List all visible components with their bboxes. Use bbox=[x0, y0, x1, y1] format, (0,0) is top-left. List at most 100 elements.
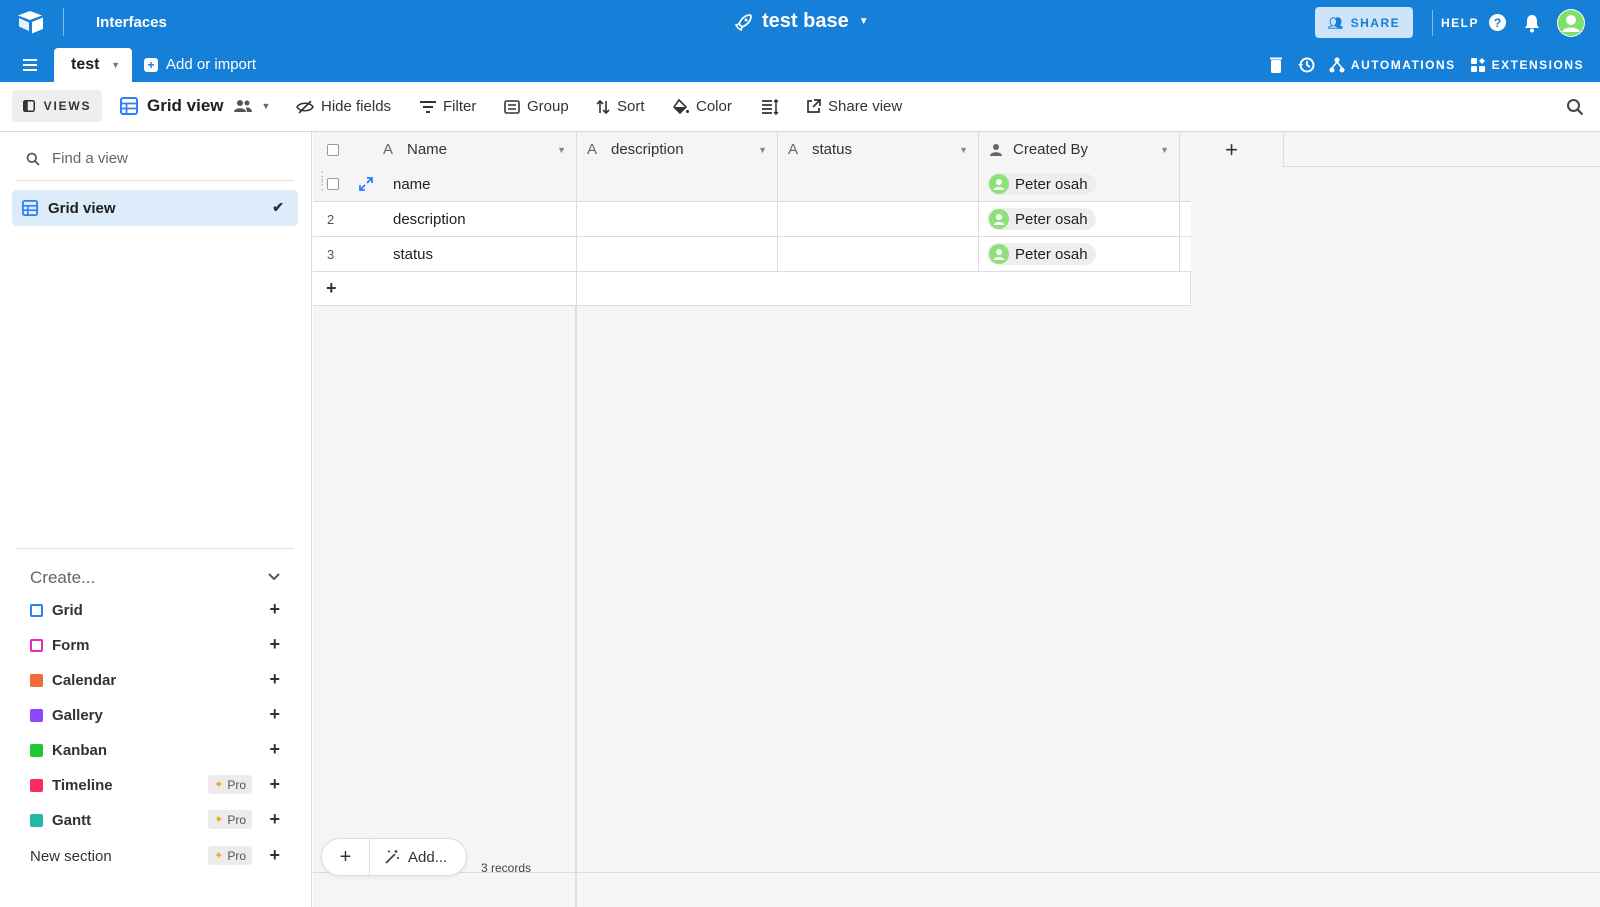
create-calendar-view[interactable]: Calendar + bbox=[30, 668, 282, 692]
chevron-down-icon[interactable]: ▼ bbox=[111, 60, 120, 70]
plus-icon[interactable]: + bbox=[269, 600, 280, 618]
color-label: Color bbox=[696, 98, 732, 115]
user-avatar[interactable] bbox=[1557, 9, 1585, 37]
create-timeline-view[interactable]: Timeline ✦ Pro + bbox=[30, 773, 282, 797]
row-number: 2 bbox=[327, 212, 335, 227]
sort-button[interactable]: Sort bbox=[596, 98, 645, 115]
views-sidebar: Find a view Grid view ✔ Create... Grid +… bbox=[0, 132, 312, 907]
tab-label: test bbox=[71, 56, 100, 73]
cell-description[interactable] bbox=[577, 237, 778, 271]
question-icon: ? bbox=[1489, 14, 1507, 31]
add-or-import-button[interactable]: + Add or import bbox=[144, 56, 256, 73]
cell-name[interactable]: name bbox=[373, 167, 577, 201]
chevron-down-icon[interactable]: ▼ bbox=[758, 145, 767, 155]
plus-icon[interactable]: + bbox=[269, 635, 280, 653]
cell-created-by[interactable]: Peter osah bbox=[979, 167, 1180, 201]
create-gantt-view[interactable]: Gantt ✦ Pro + bbox=[30, 808, 282, 832]
add-field-button[interactable]: + bbox=[1180, 132, 1284, 167]
plus-icon[interactable]: + bbox=[269, 670, 280, 688]
filter-label: Filter bbox=[443, 98, 477, 115]
add-label: Add... bbox=[408, 848, 448, 866]
history-icon[interactable] bbox=[1297, 56, 1315, 74]
group-button[interactable]: Group bbox=[504, 98, 569, 115]
chevron-down-icon[interactable]: ▼ bbox=[557, 145, 566, 155]
share-button[interactable]: 👥︎ SHARE bbox=[1315, 7, 1413, 38]
chevron-down-icon[interactable] bbox=[266, 568, 282, 584]
external-link-icon bbox=[807, 99, 821, 113]
hide-fields-button[interactable]: Hide fields bbox=[296, 98, 391, 115]
interfaces-link[interactable]: Interfaces bbox=[96, 14, 167, 31]
row-selector[interactable]: 3 bbox=[313, 237, 373, 271]
sidebar-item-grid-view[interactable]: Grid view ✔ bbox=[12, 190, 298, 226]
base-title[interactable]: test base ▼ bbox=[734, 10, 869, 33]
table-row[interactable]: 2 description Peter osah bbox=[313, 202, 1191, 237]
color-button[interactable]: Color bbox=[673, 98, 732, 115]
tab-test[interactable]: test ▼ bbox=[54, 48, 132, 82]
cell-created-by[interactable]: Peter osah bbox=[979, 202, 1180, 236]
person-icon bbox=[993, 249, 1005, 260]
chevron-down-icon[interactable]: ▼ bbox=[1160, 145, 1169, 155]
select-all-checkbox[interactable] bbox=[327, 143, 339, 156]
trash-icon[interactable] bbox=[1269, 56, 1283, 74]
table-row[interactable]: ⋮ ⋮ name Peter osah bbox=[313, 167, 1191, 202]
grid-icon bbox=[120, 97, 138, 115]
extensions-button[interactable]: EXTENSIONS bbox=[1470, 57, 1584, 73]
cell-status[interactable] bbox=[778, 202, 979, 236]
expand-record-icon[interactable] bbox=[359, 177, 373, 191]
column-header-status[interactable]: A status ▼ bbox=[778, 132, 979, 167]
create-item-label: Timeline bbox=[52, 776, 113, 794]
create-gallery-view[interactable]: Gallery + bbox=[30, 703, 282, 727]
extensions-label: EXTENSIONS bbox=[1491, 58, 1584, 72]
create-item-label: Gallery bbox=[52, 706, 103, 724]
add-record-row[interactable]: + bbox=[313, 272, 1191, 306]
column-header-name[interactable]: A Name ▼ bbox=[373, 132, 577, 167]
add-button[interactable]: Add... bbox=[370, 849, 447, 866]
cell-description[interactable] bbox=[577, 202, 778, 236]
filter-button[interactable]: Filter bbox=[420, 98, 476, 115]
search-icon[interactable] bbox=[1566, 98, 1584, 116]
share-view-button[interactable]: Share view bbox=[806, 98, 902, 115]
cell-status[interactable] bbox=[778, 237, 979, 271]
row-selector[interactable]: 2 bbox=[313, 202, 373, 236]
cell-name[interactable]: status bbox=[373, 237, 577, 271]
cell-created-by[interactable]: Peter osah bbox=[979, 237, 1180, 271]
cell-description[interactable] bbox=[577, 167, 778, 201]
add-record-pill[interactable]: + Add... bbox=[321, 838, 467, 876]
column-header-created-by[interactable]: Created By ▼ bbox=[979, 132, 1180, 167]
plus-icon[interactable]: + bbox=[269, 740, 280, 758]
sparkle-icon: ✦ bbox=[214, 814, 224, 826]
column-label: Created By bbox=[1013, 141, 1089, 158]
collaborative-view-icon bbox=[233, 100, 252, 112]
cell-name[interactable]: description bbox=[373, 202, 577, 236]
create-grid-view[interactable]: Grid + bbox=[30, 598, 282, 622]
create-new-section[interactable]: New section ✦ Pro + bbox=[30, 844, 282, 868]
find-view-placeholder: Find a view bbox=[52, 150, 128, 167]
add-record-button[interactable]: + bbox=[322, 839, 370, 875]
row-selector[interactable]: ⋮ ⋮ bbox=[313, 167, 373, 201]
create-form-view[interactable]: Form + bbox=[30, 633, 282, 657]
create-kanban-view[interactable]: Kanban + bbox=[30, 738, 282, 762]
column-header-description[interactable]: A description ▼ bbox=[577, 132, 778, 167]
plus-icon[interactable]: + bbox=[269, 705, 280, 723]
table-row[interactable]: 3 status Peter osah bbox=[313, 237, 1191, 272]
create-item-label: New section bbox=[30, 847, 112, 865]
pro-label: Pro bbox=[227, 848, 246, 863]
collaborator-chip: Peter osah bbox=[987, 243, 1096, 265]
airtable-logo[interactable] bbox=[18, 10, 44, 34]
bell-icon[interactable] bbox=[1523, 13, 1541, 33]
plus-icon[interactable]: + bbox=[269, 846, 280, 864]
cell-status[interactable] bbox=[778, 167, 979, 201]
help-button[interactable]: HELP ? bbox=[1441, 14, 1507, 31]
drag-handle-icon[interactable]: ⋮ ⋮ bbox=[315, 169, 329, 191]
view-switcher[interactable]: Grid view ▼ bbox=[120, 96, 270, 116]
views-toggle-button[interactable]: VIEWS bbox=[12, 90, 102, 122]
chevron-down-icon[interactable]: ▼ bbox=[959, 145, 968, 155]
plus-icon[interactable]: + bbox=[269, 775, 280, 793]
menu-icon[interactable] bbox=[22, 58, 38, 72]
plus-icon[interactable]: + bbox=[269, 810, 280, 828]
plus-icon: + bbox=[326, 278, 337, 298]
row-height-icon[interactable] bbox=[761, 99, 779, 115]
automations-button[interactable]: AUTOMATIONS bbox=[1329, 57, 1456, 73]
paint-bucket-icon bbox=[673, 98, 689, 114]
find-view-input[interactable]: Find a view bbox=[26, 150, 288, 167]
